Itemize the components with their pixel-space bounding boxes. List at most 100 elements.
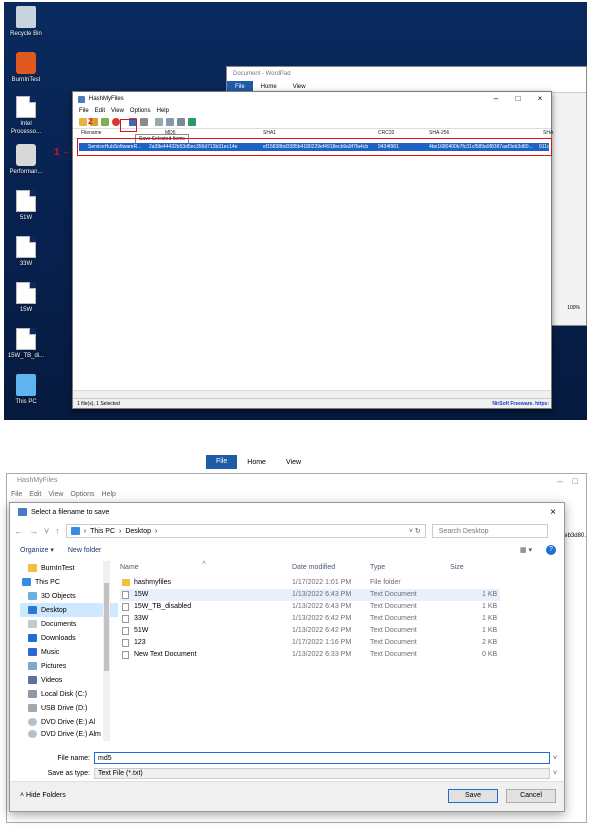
list-item[interactable]: 33W 1/13/2022 6:42 PM Text Document 1 KB: [120, 613, 500, 625]
list-item[interactable]: 51W 1/13/2022 6:42 PM Text Document 1 KB: [120, 625, 500, 637]
dvd-icon: [28, 718, 37, 726]
file-name-field[interactable]: md5: [94, 752, 550, 764]
wordpad-title: Document - WordPad: [227, 67, 586, 81]
minimize-icon[interactable]: –: [485, 92, 507, 106]
col-md5[interactable]: MD5: [165, 130, 176, 136]
desktop-icon-performance[interactable]: Performan...: [6, 144, 46, 176]
delete-icon[interactable]: [112, 118, 120, 126]
list-item[interactable]: 15W 1/13/2022 6:43 PM Text Document 1 KB: [120, 589, 500, 601]
maximize-icon[interactable]: □: [507, 92, 529, 106]
save-type-label: Save as type:: [47, 769, 90, 777]
new-folder-button[interactable]: New folder: [68, 547, 101, 554]
text-file-icon: [122, 627, 129, 635]
hashmyfiles-titlebar[interactable]: HashMyFiles – □ ×: [73, 92, 551, 106]
col-sha1[interactable]: SHA1: [263, 130, 276, 136]
save-type-select[interactable]: Text File (*.txt): [94, 767, 550, 779]
desktop-screenshot: Recycle Bin BurnInTest Intel Processo...…: [4, 2, 587, 420]
background-minimize-icon[interactable]: – □: [558, 476, 578, 486]
search-input[interactable]: Search Desktop: [431, 524, 548, 538]
hide-folders-toggle[interactable]: ˄ Hide Folders: [20, 792, 66, 799]
save-type-dropdown-icon[interactable]: ˅: [550, 770, 560, 777]
back-arrow-icon[interactable]: ←: [14, 526, 23, 536]
forward-arrow-icon[interactable]: →: [29, 526, 38, 536]
list-item[interactable]: 15W_TB_disabled 1/13/2022 6:43 PM Text D…: [120, 601, 500, 613]
background-menu-options[interactable]: Options: [70, 491, 94, 498]
add-files-icon[interactable]: [79, 118, 87, 126]
desktop-icon-this-pc[interactable]: This PC: [6, 374, 46, 406]
dialog-titlebar[interactable]: Select a filename to save ×: [10, 503, 564, 521]
close-icon[interactable]: ×: [529, 92, 551, 106]
report-icon[interactable]: [166, 118, 174, 126]
help-icon[interactable]: ?: [546, 545, 556, 555]
horizontal-scrollbar[interactable]: [73, 390, 551, 398]
col-sha256[interactable]: SHA-256: [429, 130, 449, 136]
desktop-icon-burnintest[interactable]: BurnInTest: [6, 52, 46, 84]
background-menu-file[interactable]: File: [11, 491, 22, 498]
properties-icon[interactable]: [140, 118, 148, 126]
document-icon: [28, 620, 37, 628]
col-sha512[interactable]: SHA: [543, 130, 553, 136]
breadcrumb[interactable]: › This PC › Desktop › ˅ ↻: [65, 524, 426, 538]
add-drive-icon[interactable]: [101, 118, 109, 126]
menu-edit[interactable]: Edit: [95, 108, 105, 114]
col-size[interactable]: Size: [450, 564, 464, 571]
save-file-dialog: Select a filename to save × ← → ˅ ↑ › Th…: [9, 502, 565, 812]
breadcrumb-separator-icon: ›: [155, 527, 158, 535]
menu-options[interactable]: Options: [130, 108, 151, 114]
desktop-icon-33w[interactable]: 33W: [6, 236, 46, 268]
breadcrumb-this-pc[interactable]: This PC: [90, 528, 115, 535]
recent-chevron-icon[interactable]: ˅: [44, 526, 49, 536]
usb-icon: [28, 704, 37, 712]
close-icon[interactable]: ×: [542, 507, 564, 518]
path-dropdown-icon[interactable]: ˅ ↻: [409, 527, 425, 535]
view-options-icon[interactable]: ▦ ▾: [520, 546, 532, 554]
computer-icon: [22, 578, 31, 586]
wordpad-tab-home[interactable]: Home: [253, 84, 285, 90]
col-name[interactable]: Name: [120, 564, 139, 571]
breadcrumb-separator-icon: ›: [83, 527, 87, 535]
list-item[interactable]: 123 1/17/2022 1:16 PM Text Document 2 KB: [120, 637, 500, 649]
menu-help[interactable]: Help: [157, 108, 169, 114]
list-item[interactable]: hashmyfiles 1/17/2022 1:01 PM File folde…: [120, 577, 500, 589]
nirsoft-link[interactable]: NirSoft Freeware. https:: [492, 399, 549, 409]
background-tab-view[interactable]: View: [276, 459, 311, 466]
background-menu-help[interactable]: Help: [102, 491, 116, 498]
background-file-tab[interactable]: File: [206, 455, 238, 469]
desktop-icon-intel[interactable]: Intel Processo...: [6, 96, 46, 136]
organize-button[interactable]: Organize ▾: [20, 546, 54, 554]
cancel-button[interactable]: Cancel: [506, 789, 556, 803]
up-arrow-icon[interactable]: ↑: [55, 526, 60, 536]
window-title: HashMyFiles: [89, 96, 124, 102]
menu-file[interactable]: File: [79, 108, 89, 114]
exit-icon[interactable]: [188, 118, 196, 126]
background-menu-edit[interactable]: Edit: [29, 491, 41, 498]
col-date-modified[interactable]: Date modified: [292, 564, 335, 571]
background-menu-view[interactable]: View: [48, 491, 63, 498]
burnintest-icon: [16, 52, 36, 74]
desktop-icon-15w[interactable]: 15W: [6, 282, 46, 314]
menu-bar: File Edit View Options Help: [73, 106, 551, 116]
find-icon[interactable]: [177, 118, 185, 126]
desktop-icon-51w[interactable]: 51W: [6, 190, 46, 222]
copy-icon[interactable]: [155, 118, 163, 126]
background-tab-home[interactable]: Home: [237, 459, 276, 466]
breadcrumb-desktop[interactable]: Desktop: [125, 528, 151, 535]
address-bar-row: ← → ˅ ↑ › This PC › Desktop › ˅ ↻ Search…: [10, 521, 564, 541]
col-filename[interactable]: Filename: [81, 130, 102, 136]
col-crc32[interactable]: CRC32: [378, 130, 394, 136]
scrollbar-thumb[interactable]: [104, 583, 109, 671]
dialog-footer: ˄ Hide Folders Save Cancel: [10, 781, 564, 811]
col-type[interactable]: Type: [370, 564, 385, 571]
desktop-icon-recycle-bin[interactable]: Recycle Bin: [6, 6, 46, 38]
desktop-icon-15w-tb[interactable]: 15W_TB_di...: [6, 328, 46, 360]
menu-view[interactable]: View: [111, 108, 124, 114]
save-button[interactable]: Save: [448, 789, 498, 803]
file-name-dropdown-icon[interactable]: ˅: [550, 755, 560, 762]
navigation-scrollbar[interactable]: [103, 561, 110, 741]
file-list-header: Name ˄ Date modified Type Size: [120, 560, 500, 575]
list-item[interactable]: New Text Document 1/13/2022 6:33 PM Text…: [120, 649, 500, 661]
app-icon: [78, 95, 85, 103]
save-type-row: Save as type: Text File (*.txt) ˅: [20, 767, 560, 779]
cube-icon: [28, 592, 37, 600]
wordpad-tab-view[interactable]: View: [285, 84, 314, 90]
